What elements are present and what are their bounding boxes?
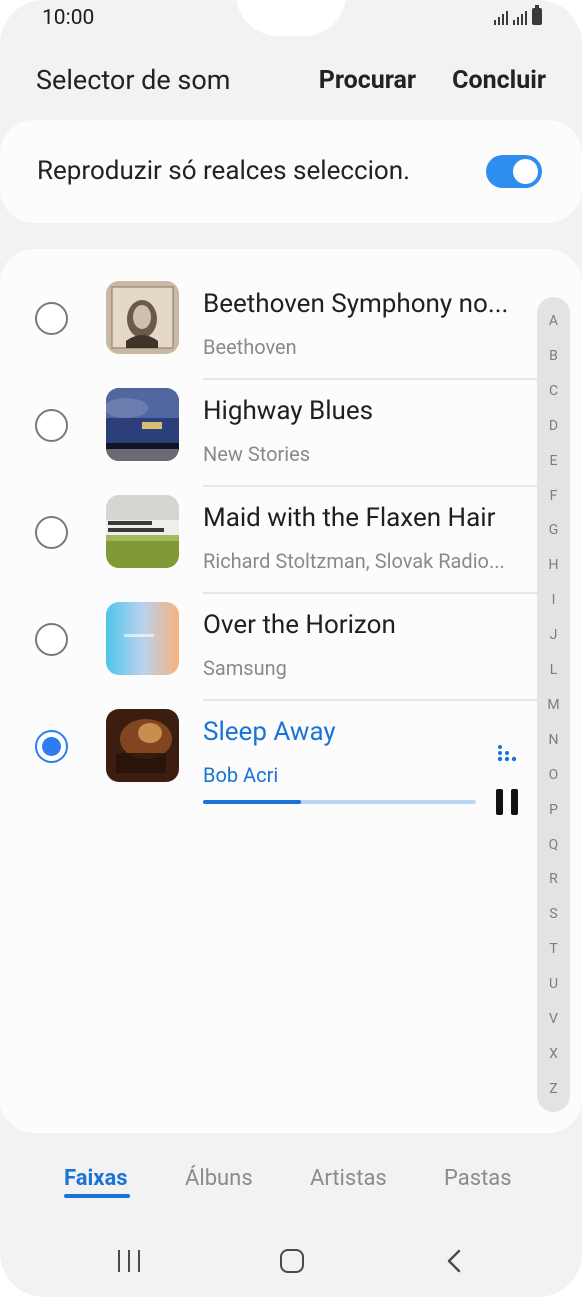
list-item-selected[interactable]: Sleep Away Bob Acri xyxy=(0,687,540,794)
track-title: Beethoven Symphony no... xyxy=(203,289,509,319)
track-radio[interactable] xyxy=(35,409,68,442)
index-letter-q[interactable]: Q xyxy=(537,837,570,853)
track-artist: Bob Acri xyxy=(203,763,279,787)
index-letter-s[interactable]: S xyxy=(537,906,570,922)
active-tab-indicator xyxy=(64,1194,130,1198)
signal-icon xyxy=(513,9,527,25)
over-the-horizon-album-art xyxy=(106,602,179,675)
done-button[interactable]: Concluir xyxy=(452,66,546,95)
tab-albums[interactable]: Álbuns xyxy=(185,1166,253,1191)
index-letter-z[interactable]: Z xyxy=(537,1081,570,1097)
battery-icon xyxy=(532,5,542,25)
track-artist: New Stories xyxy=(203,442,311,466)
status-time: 10:00 xyxy=(42,6,95,30)
equalizer-icon xyxy=(497,745,517,762)
index-letter-d[interactable]: D xyxy=(537,418,570,434)
track-title: Sleep Away xyxy=(203,717,336,747)
recents-icon[interactable] xyxy=(118,1250,140,1272)
pause-icon[interactable] xyxy=(496,789,518,815)
page-title: Selector de som xyxy=(36,64,231,96)
home-icon[interactable] xyxy=(280,1249,304,1273)
track-title: Maid with the Flaxen Hair xyxy=(203,503,496,533)
track-artist: Beethoven xyxy=(203,335,297,359)
index-letter-b[interactable]: B xyxy=(537,348,570,364)
app-header: Selector de som Procurar Concluir xyxy=(36,58,546,102)
index-letter-t[interactable]: T xyxy=(537,941,570,957)
track-artist: Samsung xyxy=(203,656,287,680)
camera-notch xyxy=(236,0,346,36)
phone-screen: 10:00 Selector de som Procurar Concluir … xyxy=(0,0,582,1297)
index-letter-a[interactable]: A xyxy=(537,313,570,329)
system-navbar xyxy=(0,1236,582,1288)
index-letter-u[interactable]: U xyxy=(537,976,570,992)
index-letter-p[interactable]: P xyxy=(537,802,570,818)
back-icon[interactable] xyxy=(443,1247,467,1275)
index-letter-o[interactable]: O xyxy=(537,767,570,783)
index-letter-c[interactable]: C xyxy=(537,383,570,399)
index-letter-f[interactable]: F xyxy=(537,488,570,504)
switch-knob xyxy=(511,157,540,186)
index-letter-r[interactable]: R xyxy=(537,871,570,887)
index-letter-h[interactable]: H xyxy=(537,557,570,573)
index-letter-i[interactable]: I xyxy=(537,592,570,608)
track-title: Highway Blues xyxy=(203,396,374,426)
index-letter-n[interactable]: N xyxy=(537,732,570,748)
beethoven-album-art xyxy=(106,281,179,354)
track-radio[interactable] xyxy=(35,302,68,335)
highlights-switch[interactable] xyxy=(486,155,542,188)
track-artist: Richard Stoltzman, Slovak Radio... xyxy=(203,549,505,573)
highlights-toggle-label: Reproduzir só realces seleccion. xyxy=(37,156,410,186)
sleep-away-album-art xyxy=(106,709,179,782)
index-letter-g[interactable]: G xyxy=(537,522,570,538)
alphabet-index[interactable]: A B C D E F G H I J L M N O P Q R S T U V X Z xyxy=(537,297,570,1112)
playback-progress[interactable] xyxy=(203,800,476,804)
track-radio[interactable] xyxy=(35,730,68,763)
track-title: Over the Horizon xyxy=(203,610,396,640)
status-icons xyxy=(494,5,542,25)
highway-blues-album-art xyxy=(106,388,179,461)
index-letter-m[interactable]: M xyxy=(537,697,570,713)
tab-artists[interactable]: Artistas xyxy=(310,1166,387,1191)
list-item[interactable]: Beethoven Symphony no... Beethoven xyxy=(0,259,540,380)
list-item[interactable]: Maid with the Flaxen Hair Richard Stoltz… xyxy=(0,473,540,594)
index-letter-j[interactable]: J xyxy=(537,627,570,643)
index-letter-x[interactable]: X xyxy=(537,1046,570,1062)
search-button[interactable]: Procurar xyxy=(319,66,416,95)
list-item[interactable]: Over the Horizon Samsung xyxy=(0,580,540,701)
playback-progress-fill xyxy=(203,800,301,804)
index-letter-e[interactable]: E xyxy=(537,453,570,469)
track-radio[interactable] xyxy=(35,623,68,656)
index-letter-l[interactable]: L xyxy=(537,662,570,678)
index-letter-v[interactable]: V xyxy=(537,1011,570,1027)
signal-icon xyxy=(494,9,508,25)
stoltzman-album-art xyxy=(106,495,179,568)
track-radio[interactable] xyxy=(35,516,68,549)
tab-folders[interactable]: Pastas xyxy=(444,1166,512,1191)
track-list: Beethoven Symphony no... Beethoven Highw… xyxy=(0,249,582,1133)
tab-tracks[interactable]: Faixas xyxy=(64,1166,128,1191)
list-item[interactable]: Highway Blues New Stories xyxy=(0,366,540,487)
